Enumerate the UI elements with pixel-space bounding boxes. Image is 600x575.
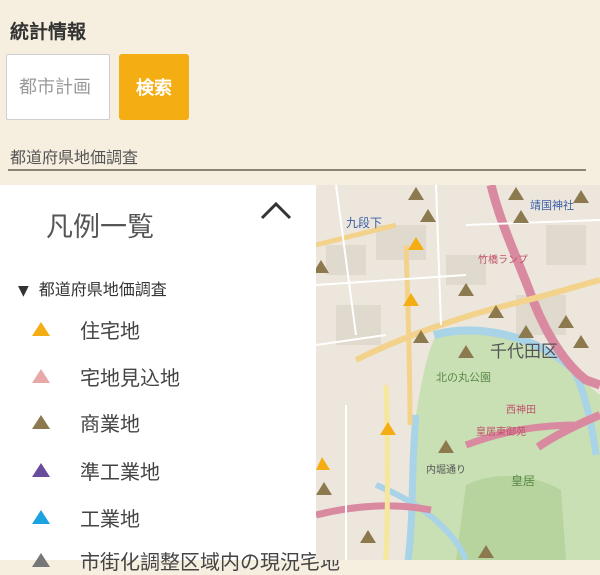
legend-item-semi-industrial: 準工業地 [30,456,160,484]
triangle-down-icon: ▼ [18,283,29,299]
legend-item-prospective: 宅地見込地 [30,362,180,390]
blue-triangle-icon [32,510,50,524]
legend-item-residential: 住宅地 [30,315,140,343]
pink-triangle-icon [32,369,50,383]
legend-item-commercial: 商業地 [30,408,140,436]
map-label-park: 北の丸公園 [436,371,491,384]
layer-selector[interactable]: 都道府県地価調査 [10,144,138,168]
chevron-up-icon [260,201,292,220]
legend-item-label: 準工業地 [80,459,160,484]
legend-item-label: 住宅地 [80,318,140,343]
map-label-palace-annex: 皇居東御苑 [476,425,526,438]
search-button[interactable]: 検索 [119,54,189,120]
legend-item-label: 商業地 [80,411,140,436]
brown-triangle-icon [32,415,50,429]
collapse-button[interactable] [258,196,294,226]
map-label-station: 九段下 [346,215,382,230]
map-label-street: 内堀通り [426,463,466,476]
map-canvas: 九段下 千代田区 北の丸公園 皇居 皇居東御苑 内堀通り 靖国神社 竹橋ランプ … [316,185,600,560]
map-label-pin: 靖国神社 [530,198,574,212]
legend-item-label: 工業地 [80,506,140,531]
legend-group-header[interactable]: ▼ 都道府県地価調査 [18,276,167,300]
legend-item-label: 市街化調整区域内の現況宅地 [80,549,340,574]
map-label-ramp: 竹橋ランプ [478,253,528,266]
legend-item-industrial: 工業地 [30,503,140,531]
map-label-palace: 皇居 [511,474,535,488]
search-input[interactable] [6,54,110,120]
legend-title: 凡例一覧 [46,212,154,243]
section-title: 統計情報 [10,21,87,43]
orange-triangle-icon [32,322,50,336]
map-view[interactable]: 九段下 千代田区 北の丸公園 皇居 皇居東御苑 内堀通り 靖国神社 竹橋ランプ … [316,185,600,560]
top-panel: 統計情報 検索 都道府県地価調査 [0,0,600,185]
legend-item-label: 宅地見込地 [80,365,180,390]
legend-item-existing-residential: 市街化調整区域内の現況宅地 [30,546,340,574]
map-label-west: 西神田 [506,403,536,416]
legend-group-label: 都道府県地価調査 [38,280,167,299]
gray-triangle-icon [32,553,50,567]
purple-triangle-icon [32,463,50,477]
map-label-district: 千代田区 [490,342,558,362]
divider [8,169,586,171]
